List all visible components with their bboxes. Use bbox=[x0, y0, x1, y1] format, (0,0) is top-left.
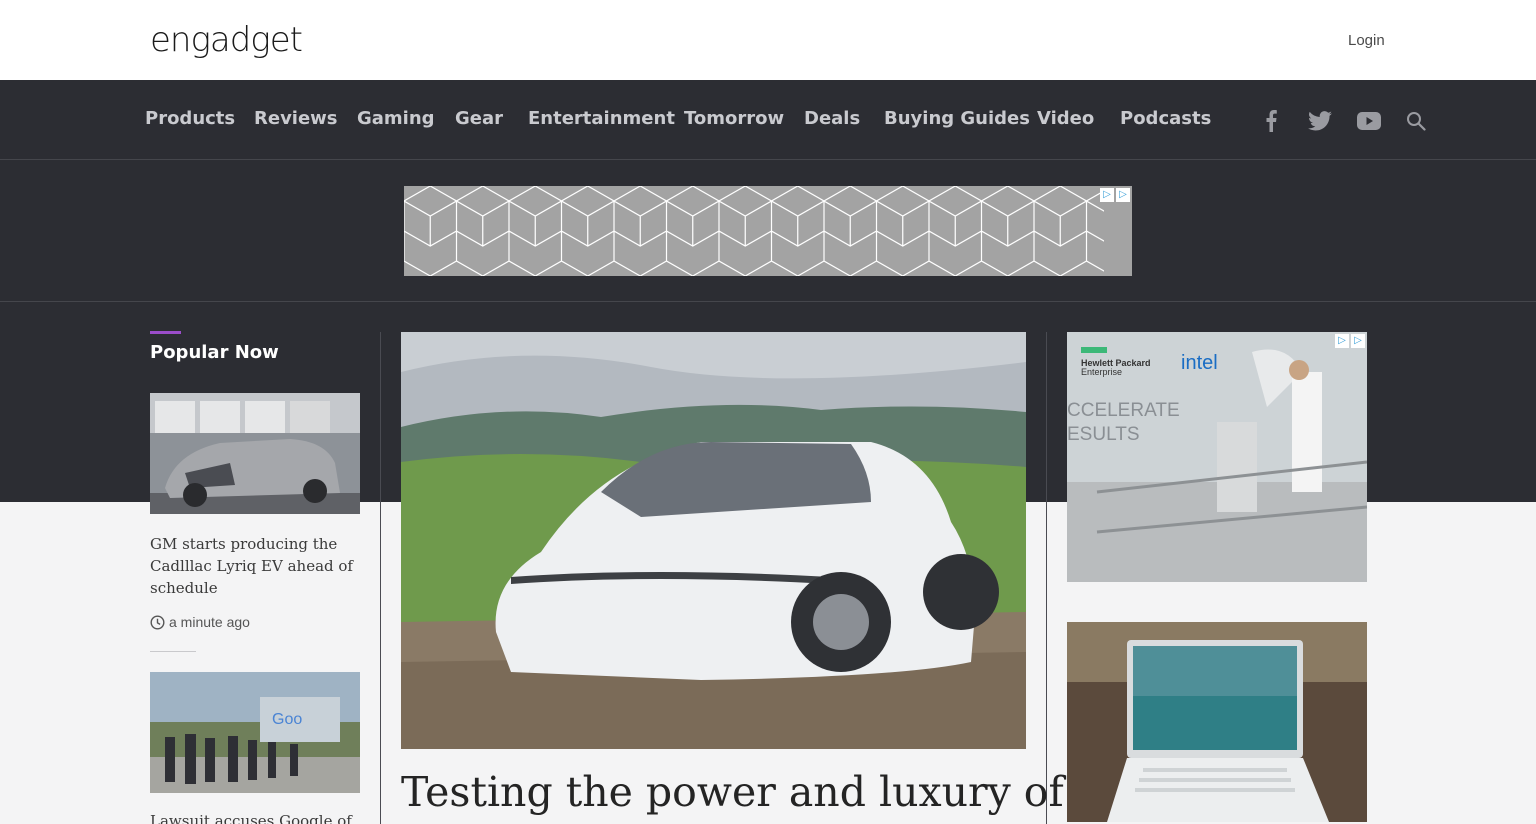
login-link[interactable]: Login bbox=[1348, 32, 1385, 49]
story-thumbnail[interactable]: Goo bbox=[150, 672, 360, 793]
nav-item-products[interactable]: Products bbox=[145, 108, 235, 129]
intel-brand: intel bbox=[1181, 352, 1218, 374]
hpe-brand-line2: Enterprise bbox=[1081, 367, 1122, 377]
ad-headline-1: CCELERATE bbox=[1067, 400, 1180, 421]
ad-cube-pattern bbox=[404, 186, 1104, 276]
facebook-icon[interactable] bbox=[1258, 108, 1284, 134]
column-divider-left bbox=[380, 332, 381, 824]
nav-item-video[interactable]: Video bbox=[1037, 108, 1094, 129]
youtube-icon[interactable] bbox=[1356, 108, 1382, 134]
svg-text:Goo: Goo bbox=[272, 711, 302, 728]
adchoices-icon[interactable]: ▷ ▷ bbox=[1100, 188, 1130, 202]
ad-headline-2: ESULTS bbox=[1067, 424, 1140, 445]
adchoices-icon[interactable]: ▷ ▷ bbox=[1335, 334, 1365, 348]
nav-item-podcasts[interactable]: Podcasts bbox=[1120, 108, 1211, 129]
leaderboard-ad[interactable]: ▷ ▷ bbox=[404, 186, 1132, 276]
hero-image[interactable] bbox=[401, 332, 1026, 749]
site-header: engadget Login bbox=[0, 0, 1536, 80]
story-timestamp: a minute ago bbox=[150, 614, 250, 630]
band-divider bbox=[0, 301, 1536, 302]
nav-item-gaming[interactable]: Gaming bbox=[357, 108, 435, 129]
hero-headline[interactable]: Testing the power and luxury of bbox=[401, 766, 1064, 818]
sidebar-ad[interactable]: Hewlett Packard Enterprise intel CCELERA… bbox=[1067, 332, 1367, 582]
popular-now-heading: Popular Now bbox=[150, 342, 279, 363]
nav-item-tomorrow[interactable]: Tomorrow bbox=[684, 108, 784, 129]
search-icon[interactable] bbox=[1403, 108, 1429, 134]
nav-item-gear[interactable]: Gear bbox=[455, 108, 503, 129]
nav-item-entertainment[interactable]: Entertainment bbox=[528, 108, 675, 129]
timestamp-text: a minute ago bbox=[169, 614, 250, 630]
nav-item-buying-guides[interactable]: Buying Guides bbox=[884, 108, 1030, 129]
story-title[interactable]: GM starts producing the Cadlllac Lyriq E… bbox=[150, 533, 360, 599]
engadget-logo[interactable]: engadget bbox=[150, 20, 303, 60]
story-title[interactable]: Lawsuit accuses Google of bbox=[150, 810, 360, 824]
story-separator bbox=[150, 651, 196, 652]
column-divider-right bbox=[1046, 332, 1047, 824]
nav-item-deals[interactable]: Deals bbox=[804, 108, 860, 129]
clock-icon bbox=[150, 614, 165, 630]
nav-item-reviews[interactable]: Reviews bbox=[254, 108, 338, 129]
sidebar-story-image[interactable] bbox=[1067, 622, 1367, 822]
popular-accent-bar bbox=[150, 331, 181, 334]
main-nav: Products Reviews Gaming Gear Entertainme… bbox=[0, 80, 1536, 160]
twitter-icon[interactable] bbox=[1307, 108, 1333, 134]
story-thumbnail[interactable] bbox=[150, 393, 360, 514]
